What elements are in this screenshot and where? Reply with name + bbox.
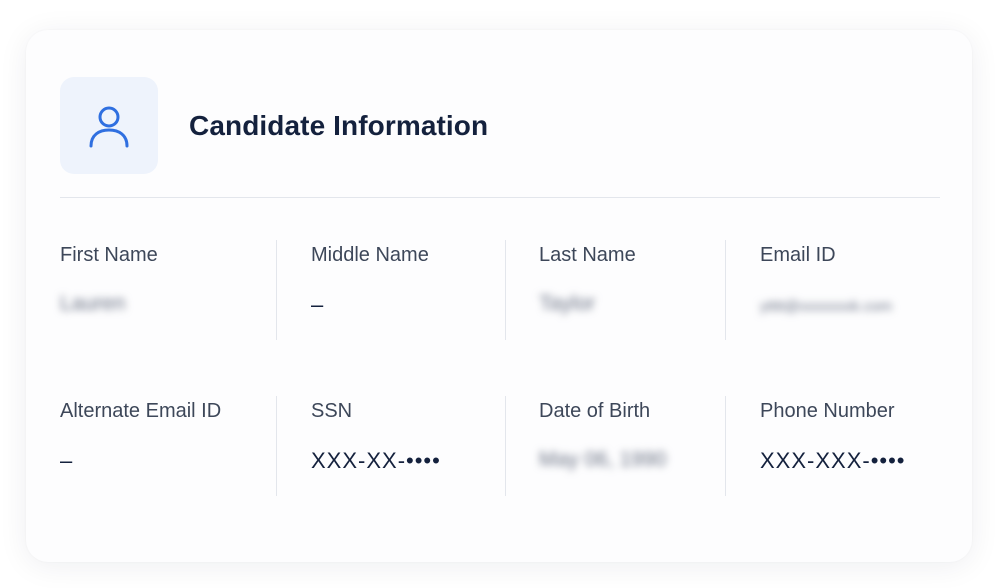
field-value: May 06, 1990 — [539, 448, 667, 471]
column-divider — [276, 240, 277, 340]
field-value: Taylor — [539, 292, 596, 315]
field-email: Email ID ytttt@xxxxxxxk.com — [760, 240, 940, 340]
field-phone-number: Phone Number XXX-XXX-•••• — [760, 396, 940, 496]
field-value: Lauren — [60, 292, 126, 315]
info-row: First Name Lauren Middle Name – Last Nam… — [60, 240, 940, 340]
column-divider — [725, 396, 726, 496]
field-value: – — [60, 448, 73, 473]
field-label: Alternate Email ID — [60, 400, 222, 422]
field-label: Email ID — [760, 244, 836, 266]
column-divider — [505, 396, 506, 496]
field-middle-name: Middle Name – — [311, 240, 501, 340]
user-icon — [89, 106, 129, 147]
avatar — [60, 77, 158, 174]
field-value: XXX-XX-•••• — [311, 448, 441, 473]
field-label: First Name — [60, 244, 158, 266]
field-label: Last Name — [539, 244, 636, 266]
column-divider — [725, 240, 726, 340]
field-value: – — [311, 292, 324, 317]
field-value: ytttt@xxxxxxxk.com — [760, 298, 892, 315]
page-title: Candidate Information — [189, 109, 489, 141]
field-date-of-birth: Date of Birth May 06, 1990 — [539, 396, 719, 496]
column-divider — [505, 240, 506, 340]
field-label: SSN — [311, 400, 353, 422]
field-label: Date of Birth — [539, 400, 651, 422]
field-last-name: Last Name Taylor — [539, 240, 719, 340]
field-label: Phone Number — [760, 400, 895, 422]
field-first-name: First Name Lauren — [60, 240, 270, 340]
card-header: Candidate Information — [60, 77, 488, 174]
field-alternate-email: Alternate Email ID – — [60, 396, 270, 496]
column-divider — [276, 396, 277, 496]
field-label: Middle Name — [311, 244, 429, 266]
info-grid: First Name Lauren Middle Name – Last Nam… — [60, 240, 940, 496]
info-row: Alternate Email ID – SSN XXX-XX-•••• Dat… — [60, 396, 940, 496]
field-value: XXX-XXX-•••• — [760, 448, 906, 473]
field-ssn: SSN XXX-XX-•••• — [311, 396, 501, 496]
header-divider — [60, 197, 940, 198]
